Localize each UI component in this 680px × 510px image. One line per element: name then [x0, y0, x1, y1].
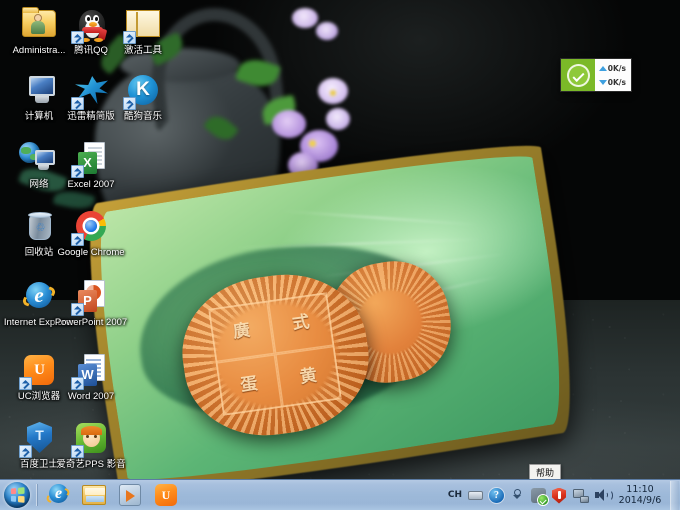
download-speed-row: 0K/s — [597, 75, 629, 89]
computer-monitor-icon — [19, 70, 59, 110]
widget-speed-panel: 0K/s 0K/s — [595, 59, 631, 91]
chrome-icon — [71, 206, 111, 246]
tray-security-shield-icon[interactable] — [552, 487, 569, 504]
media-player-icon — [119, 484, 141, 506]
taskbar-clock[interactable]: 11:10 2014/9/6 — [613, 484, 667, 506]
desktop-icon-label: Excel 2007 — [67, 179, 115, 190]
powerpoint-document-icon: P — [71, 276, 111, 316]
shortcut-overlay-icon — [19, 445, 32, 458]
taskbar-internet-explorer[interactable]: e — [40, 481, 76, 509]
word-document-icon: W — [71, 350, 111, 390]
desktop-icon-google-chrome[interactable]: Google Chrome — [54, 206, 128, 259]
open-folder-icon — [123, 4, 163, 44]
desktop-icon-label: Google Chrome — [57, 247, 125, 258]
tray-keyboard-icon[interactable] — [468, 487, 485, 504]
desktop-icon-word-2007[interactable]: W Word 2007 — [54, 350, 128, 403]
taskbar: e U CH ? 11:10 2014/9/6 — [0, 479, 680, 510]
clock-date: 2014/9/6 — [618, 495, 662, 506]
tray-network-icon[interactable] — [573, 487, 590, 504]
tray-show-hidden-icon[interactable] — [510, 487, 527, 504]
tray-language-indicator[interactable]: CH — [448, 490, 462, 500]
shortcut-overlay-icon — [71, 445, 84, 458]
desktop-icon-activation-tools[interactable]: 激活工具 — [106, 4, 180, 57]
desktop-icon-label: Word 2007 — [67, 391, 115, 402]
desktop-icon-label: 酷狗音乐 — [123, 111, 162, 122]
shortcut-overlay-icon — [123, 31, 136, 44]
network-speed-widget[interactable]: 0K/s 0K/s — [560, 58, 632, 92]
shortcut-overlay-icon — [71, 31, 84, 44]
taskbar-windows-explorer[interactable] — [76, 481, 112, 509]
desktop-icon-label: PowerPoint 2007 — [54, 317, 128, 328]
start-button[interactable] — [1, 481, 33, 510]
internet-explorer-icon: e — [44, 484, 72, 507]
desktop-icon-powerpoint-2007[interactable]: P PowerPoint 2007 — [54, 276, 128, 329]
windows-logo-icon — [4, 482, 30, 508]
thunder-bird-icon — [71, 70, 111, 110]
taskbar-media-player[interactable] — [112, 481, 148, 509]
recycle-bin-icon: ♲ — [19, 206, 59, 246]
taskbar-separator — [36, 484, 37, 506]
shortcut-overlay-icon — [71, 165, 84, 178]
taskbar-uc-browser[interactable]: U — [148, 481, 184, 509]
show-desktop-button[interactable] — [670, 480, 679, 510]
network-globe-icon — [19, 138, 59, 178]
excel-document-icon: X — [71, 138, 111, 178]
shortcut-overlay-icon — [71, 377, 84, 390]
pps-video-icon — [71, 418, 111, 458]
arrow-down-icon — [599, 79, 607, 85]
user-folder-icon — [19, 4, 59, 44]
widget-status-panel[interactable] — [561, 59, 595, 91]
arrow-up-icon — [599, 65, 607, 71]
green-check-icon — [566, 63, 590, 87]
desktop-icon-iqiyi-pps[interactable]: 爱奇艺PPS 影音 — [54, 418, 128, 471]
desktop-icon-excel-2007[interactable]: X Excel 2007 — [54, 138, 128, 191]
upload-speed-row: 0K/s — [597, 61, 629, 75]
desktop-icon-kugou-music[interactable]: K 酷狗音乐 — [106, 70, 180, 123]
desktop-icon-label: 激活工具 — [123, 45, 162, 56]
qq-penguin-icon — [71, 4, 111, 44]
system-tray: CH ? 11:10 2014/9/6 — [444, 480, 680, 510]
download-speed-value: 0K/s — [607, 77, 626, 87]
tray-volume-icon[interactable] — [594, 487, 613, 504]
uc-browser-icon: U — [19, 350, 59, 390]
internet-explorer-icon: e — [19, 276, 59, 316]
desktop-icon-label: 爱奇艺PPS 影音 — [56, 459, 126, 470]
shortcut-overlay-icon — [71, 303, 84, 316]
shortcut-overlay-icon — [71, 233, 84, 246]
shortcut-overlay-icon — [71, 97, 84, 110]
folder-explorer-icon — [82, 485, 106, 505]
baidu-shield-icon: T — [19, 418, 59, 458]
kugou-k-icon: K — [123, 70, 163, 110]
clock-time: 11:10 — [626, 484, 654, 495]
shortcut-overlay-icon — [123, 97, 136, 110]
uc-browser-icon: U — [155, 484, 177, 506]
tray-action-center-icon[interactable] — [531, 487, 548, 505]
shortcut-overlay-icon — [19, 377, 32, 390]
tray-help-icon[interactable]: ? — [489, 487, 506, 504]
upload-speed-value: 0K/s — [607, 63, 626, 73]
